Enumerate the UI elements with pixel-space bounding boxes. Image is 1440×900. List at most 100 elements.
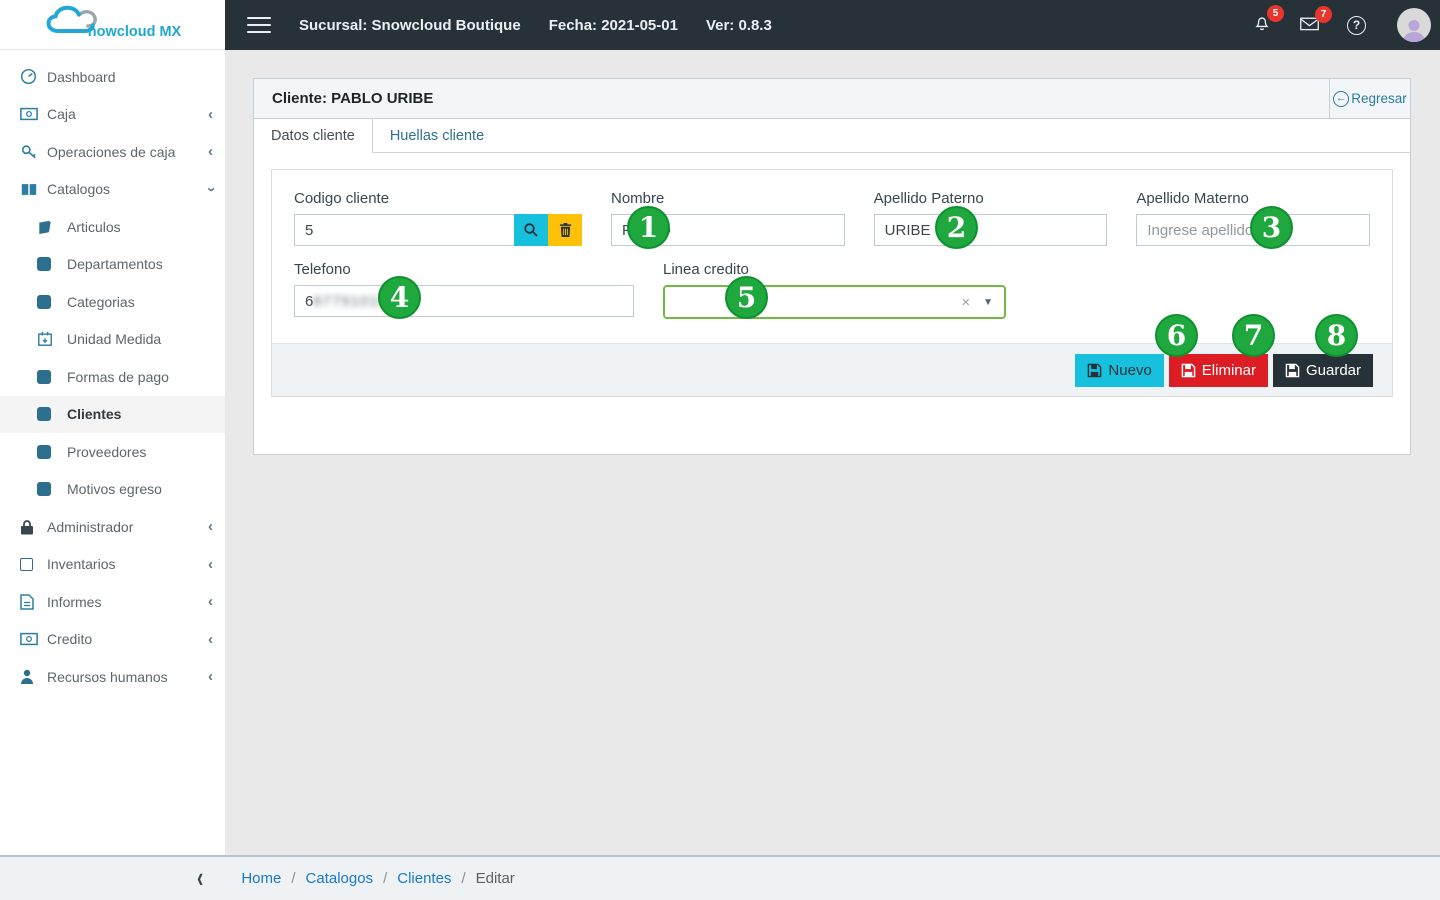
codigo-cliente-field: Codigo cliente — [294, 190, 582, 246]
square-icon — [37, 294, 67, 309]
annotation-3: 3 — [1250, 206, 1293, 249]
messages-badge: 7 — [1315, 5, 1332, 23]
help-button[interactable]: ? — [1347, 15, 1366, 35]
logo[interactable]: nowcloud MX — [0, 0, 225, 50]
sidebar-item-departamentos[interactable]: Departamentos — [0, 246, 225, 284]
person-icon — [20, 669, 47, 685]
save-icon — [1181, 363, 1196, 377]
square-icon — [37, 444, 67, 459]
square-icon — [37, 482, 67, 497]
linea-credito-select[interactable]: × ▼ — [663, 285, 1006, 319]
help-icon: ? — [1347, 15, 1366, 35]
messages-button[interactable]: 7 — [1299, 5, 1332, 37]
guardar-button[interactable]: Guardar — [1272, 353, 1373, 387]
breadcrumb: Home / Catalogos / Clientes / Editar — [241, 870, 514, 887]
sidebar-item-articulos[interactable]: Articulos — [0, 208, 225, 246]
chevron-left-icon: ‹ — [208, 668, 213, 686]
version-label: Ver: 0.8.3 — [705, 16, 772, 34]
sidebar-item-catalogos[interactable]: Catalogos ‹ — [0, 171, 225, 209]
breadcrumb-separator: / — [291, 870, 296, 887]
form-actions: Nuevo Eliminar Guardar — [272, 343, 1392, 396]
chevron-left-icon: ‹ — [208, 143, 213, 161]
clear-icon[interactable]: × — [961, 294, 970, 311]
sidebar-item-recursos-humanos[interactable]: Recursos humanos ‹ — [0, 658, 225, 696]
tab-content: Codigo cliente 5 Nombre PABLO Apellido P… — [254, 153, 1410, 453]
breadcrumb-clientes[interactable]: Clientes — [397, 870, 451, 887]
breadcrumb-bar: ‹ Home / Catalogos / Clientes / Editar — [0, 855, 1440, 900]
delete-code-button[interactable] — [548, 214, 582, 246]
sidebar-item-proveedores[interactable]: Proveedores — [0, 433, 225, 471]
annotation-4: 4 — [378, 276, 421, 319]
books-icon — [20, 182, 47, 197]
chevron-left-icon: ‹ — [208, 555, 213, 573]
chevron-left-icon: ‹ — [208, 630, 213, 648]
app-root: nowcloud MX Dashboard Caja ‹ Operaciones… — [0, 0, 1440, 900]
fecha-label: Fecha: 2021-05-01 — [548, 16, 678, 34]
chevron-down-icon: ‹ — [202, 186, 219, 192]
logo-text: nowcloud MX — [87, 23, 182, 40]
sidebar-item-categorias[interactable]: Categorias — [0, 283, 225, 321]
hamburger-menu-icon[interactable] — [247, 16, 271, 34]
regresar-button[interactable]: ← Regresar — [1329, 79, 1410, 118]
breadcrumb-home[interactable]: Home — [241, 870, 281, 887]
sidebar-collapse-icon[interactable]: ‹ — [197, 864, 203, 893]
sidebar-nav: Dashboard Caja ‹ Operaciones de caja ‹ C… — [0, 50, 225, 855]
calendar-plus-icon — [37, 331, 67, 347]
apellido-materno-label: Apellido Materno — [1136, 190, 1249, 207]
search-button[interactable] — [514, 214, 548, 246]
tab-datos-cliente[interactable]: Datos cliente — [254, 119, 373, 153]
apellido-paterno-label: Apellido Paterno — [873, 190, 984, 207]
sidebar-item-motivos-egreso[interactable]: Motivos egreso — [0, 471, 225, 509]
sidebar-item-informes[interactable]: Informes ‹ — [0, 583, 225, 621]
telefono-input[interactable]: 6 67791015 — [294, 285, 634, 317]
sidebar-item-operaciones-de-caja[interactable]: Operaciones de caja ‹ — [0, 133, 225, 171]
sidebar-item-unidad-medida[interactable]: Unidad Medida — [0, 321, 225, 359]
sidebar-item-formas-de-pago[interactable]: Formas de pago — [0, 358, 225, 396]
sidebar-item-administrador[interactable]: Administrador ‹ — [0, 508, 225, 546]
breadcrumb-separator: / — [461, 870, 466, 887]
apellido-paterno-input[interactable] — [873, 214, 1108, 246]
nuevo-button[interactable]: Nuevo — [1075, 353, 1164, 387]
sucursal-label: Sucursal: Snowcloud Boutique — [299, 16, 521, 34]
dashboard-icon — [20, 68, 47, 85]
page-background: Cliente: PABLO URIBE ← Regresar Datos cl… — [225, 50, 1440, 855]
linea-credito-label: Linea credito — [663, 261, 749, 278]
sidebar-item-inventarios[interactable]: Inventarios ‹ — [0, 546, 225, 584]
telefono-label: Telefono — [294, 261, 351, 278]
document-icon — [20, 594, 47, 610]
card-header: Cliente: PABLO URIBE ← Regresar — [254, 79, 1410, 119]
breadcrumb-catalogos[interactable]: Catalogos — [306, 870, 374, 887]
annotation-6: 6 — [1155, 314, 1198, 357]
apellido-paterno-field: Apellido Paterno — [873, 190, 1108, 246]
back-arrow-icon: ← — [1333, 90, 1350, 107]
codigo-cliente-label: Codigo cliente — [294, 190, 390, 207]
sidebar-item-clientes[interactable]: Clientes — [0, 395, 225, 433]
banknote-icon — [20, 107, 47, 121]
book-icon — [37, 220, 67, 234]
annotation-1: 1 — [627, 206, 670, 249]
codigo-cliente-input[interactable] — [294, 214, 514, 246]
tab-huellas-cliente[interactable]: Huellas cliente — [373, 119, 501, 152]
square-icon — [37, 257, 67, 272]
annotation-5: 5 — [725, 276, 768, 319]
client-card: Cliente: PABLO URIBE ← Regresar Datos cl… — [253, 78, 1411, 455]
linea-credito-field: Linea credito × ▼ — [663, 261, 1006, 319]
chevron-left-icon: ‹ — [208, 105, 213, 123]
notifications-button[interactable]: 5 — [1252, 4, 1284, 38]
user-avatar[interactable] — [1397, 8, 1431, 42]
caret-down-icon[interactable]: ▼ — [983, 297, 993, 308]
notifications-badge: 5 — [1267, 4, 1284, 22]
form-panel: Codigo cliente 5 Nombre PABLO Apellido P… — [271, 169, 1393, 397]
nombre-label: Nombre — [611, 190, 665, 207]
sidebar-item-caja[interactable]: Caja ‹ — [0, 96, 225, 134]
save-icon — [1285, 363, 1300, 377]
eliminar-button[interactable]: Eliminar — [1168, 353, 1268, 387]
sidebar-item-dashboard[interactable]: Dashboard — [0, 58, 225, 96]
key-icon — [20, 143, 47, 160]
page-title: Cliente: PABLO URIBE — [272, 90, 434, 107]
save-icon — [1088, 363, 1102, 377]
lock-icon — [20, 519, 47, 535]
trash-icon — [559, 223, 571, 237]
sidebar-item-credito[interactable]: Credito ‹ — [0, 621, 225, 659]
telefono-field: Telefono 6 67791015 — [294, 261, 634, 319]
